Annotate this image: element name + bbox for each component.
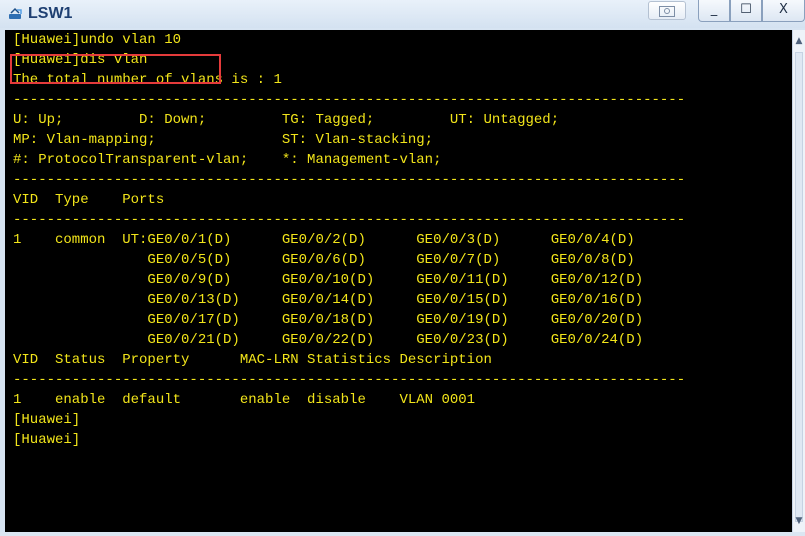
terminal-line: MP: Vlan-mapping; ST: Vlan-stacking; bbox=[13, 132, 434, 148]
terminal-output[interactable]: [Huawei]undo vlan 10 [Huawei]dis vlan The … bbox=[5, 30, 792, 534]
close-button[interactable]: X bbox=[762, 0, 805, 22]
switch-icon bbox=[9, 7, 22, 19]
title-bar: LSW1 _ ☐ X bbox=[0, 0, 805, 28]
vertical-scrollbar[interactable]: ▲ ▼ bbox=[792, 30, 805, 536]
terminal-line: 1 common UT:GE0/0/1(D) GE0/0/2(D) GE0/0/… bbox=[13, 232, 635, 248]
terminal-line: [Huawei] bbox=[13, 412, 81, 428]
scroll-up-icon[interactable]: ▲ bbox=[793, 34, 805, 48]
terminal-line: GE0/0/5(D) GE0/0/6(D) GE0/0/7(D) GE0/0/8… bbox=[13, 252, 635, 268]
screenshot-button[interactable] bbox=[648, 1, 686, 20]
terminal-line: ----------------------------------------… bbox=[13, 212, 686, 228]
terminal-line: GE0/0/13(D) GE0/0/14(D) GE0/0/15(D) GE0/… bbox=[13, 292, 644, 308]
terminal-line: [Huawei]dis vlan bbox=[13, 52, 148, 68]
terminal-line: GE0/0/21(D) GE0/0/22(D) GE0/0/23(D) GE0/… bbox=[13, 332, 644, 348]
terminal-line: ----------------------------------------… bbox=[13, 372, 686, 388]
terminal-line: ----------------------------------------… bbox=[13, 92, 686, 108]
window-title: LSW1 bbox=[28, 5, 73, 22]
terminal-line: VID Type Ports bbox=[13, 192, 165, 208]
screenshot-icon bbox=[659, 6, 675, 17]
terminal-line: The total number of vlans is : 1 bbox=[13, 72, 282, 88]
scroll-thumb[interactable] bbox=[795, 52, 803, 522]
window-bottom-edge bbox=[0, 532, 805, 536]
terminal-line: [Huawei] bbox=[13, 432, 81, 448]
minimize-button[interactable]: _ bbox=[698, 0, 730, 22]
scroll-down-icon[interactable]: ▼ bbox=[793, 514, 805, 528]
terminal-line: U: Up; D: Down; TG: Tagged; UT: Untagged… bbox=[13, 112, 560, 128]
terminal-line: ----------------------------------------… bbox=[13, 172, 686, 188]
terminal-line: #: ProtocolTransparent-vlan; *: Manageme… bbox=[13, 152, 442, 168]
maximize-button[interactable]: ☐ bbox=[730, 0, 762, 22]
terminal-line: 1 enable default enable disable VLAN 000… bbox=[13, 392, 476, 408]
terminal-line: GE0/0/9(D) GE0/0/10(D) GE0/0/11(D) GE0/0… bbox=[13, 272, 644, 288]
terminal-line: GE0/0/17(D) GE0/0/18(D) GE0/0/19(D) GE0/… bbox=[13, 312, 644, 328]
terminal-text: [Huawei]undo vlan 10 [Huawei]dis vlan The … bbox=[13, 30, 685, 450]
terminal-line: [Huawei]undo vlan 10 bbox=[13, 32, 182, 48]
terminal-line: VID Status Property MAC-LRN Statistics D… bbox=[13, 352, 492, 368]
